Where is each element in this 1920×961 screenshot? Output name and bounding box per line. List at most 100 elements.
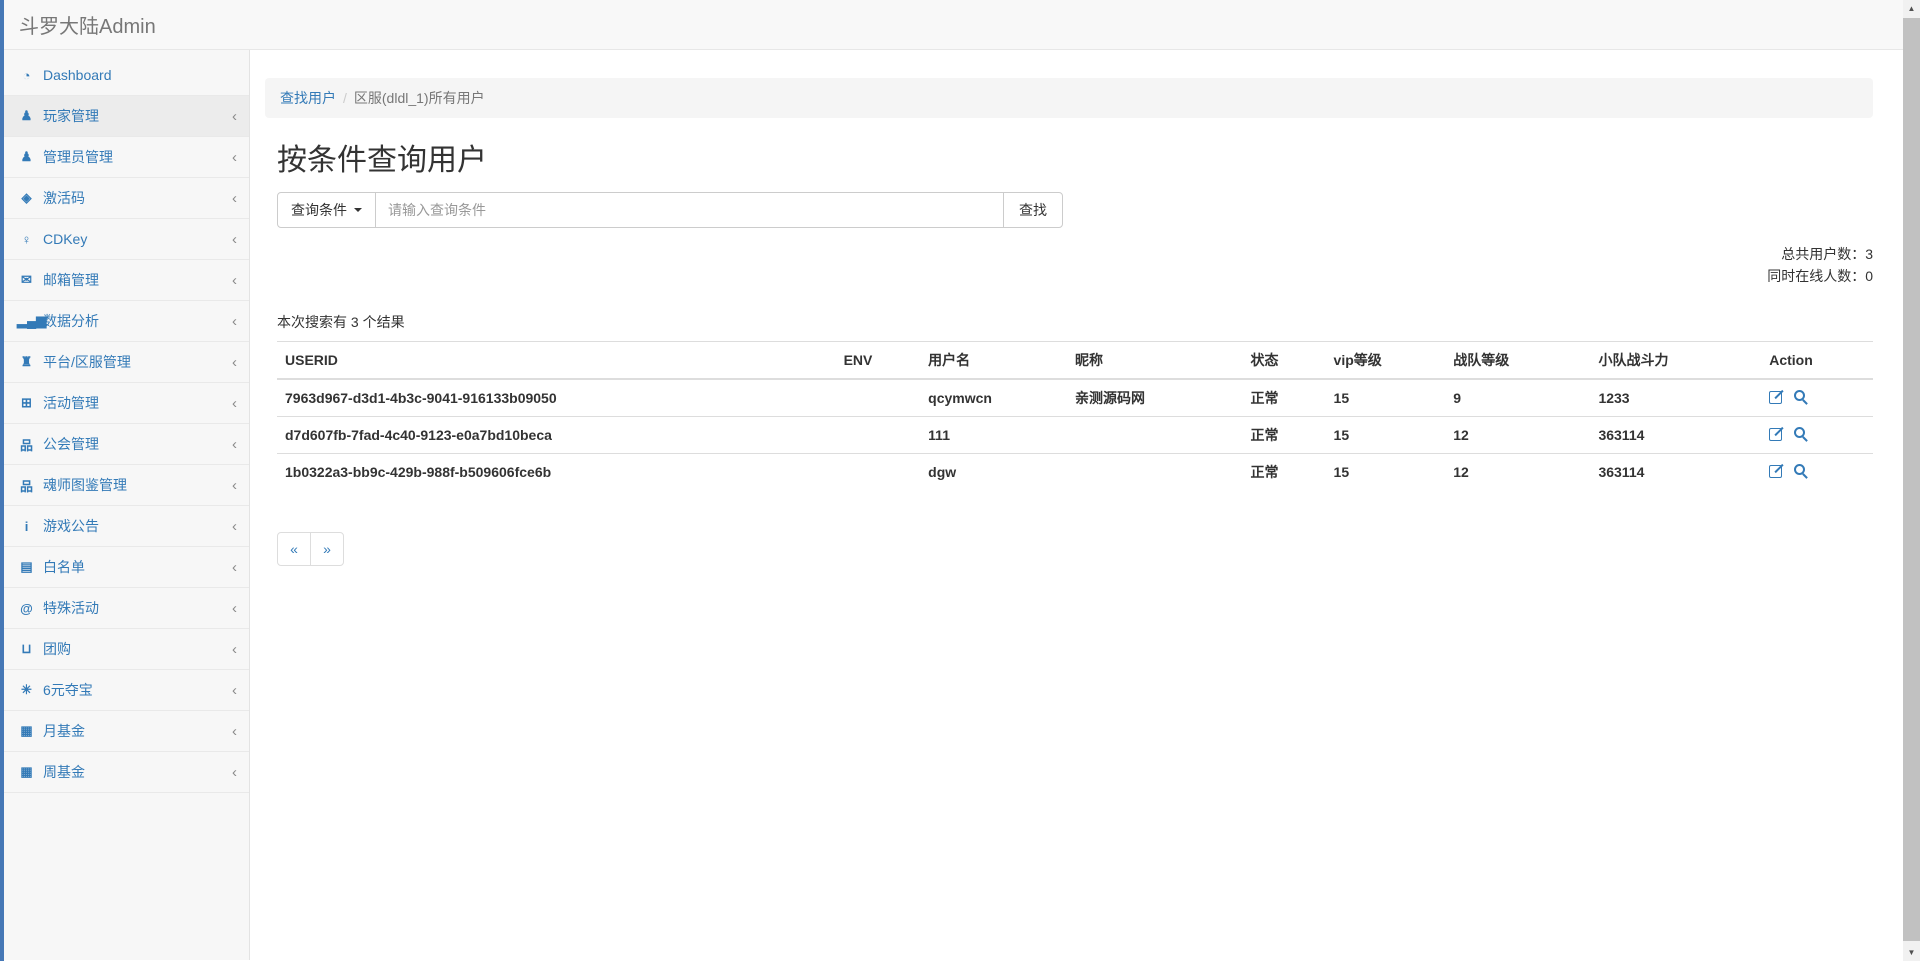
total-users-stat: 总共用户数：3 bbox=[277, 243, 1873, 265]
sidebar-item-label: 游戏公告 bbox=[43, 516, 232, 536]
calendar-icon: ▦ bbox=[17, 764, 36, 780]
cell-userid: 7963d967-d3d1-4b3c-9041-916133b09050 bbox=[277, 379, 836, 417]
sidebar-item-label: CDKey bbox=[43, 231, 232, 247]
sidebar-item-data-analysis[interactable]: ▂▄▆数据分析‹ bbox=[0, 301, 249, 342]
dashboard-icon: ◔ bbox=[17, 68, 36, 83]
sidebar-item-guild-management[interactable]: 品公会管理‹ bbox=[0, 424, 249, 465]
sidebar-item-label: 管理员管理 bbox=[43, 147, 232, 167]
sidebar-item-label: 玩家管理 bbox=[43, 106, 232, 126]
chevron-left-icon: ‹ bbox=[232, 559, 237, 576]
search-group: 查询条件 查找 bbox=[277, 192, 1063, 228]
sidebar-item-activation-code[interactable]: ◈激活码‹ bbox=[0, 178, 249, 219]
cell-squad-power: 363114 bbox=[1590, 453, 1761, 490]
sidebar-item-label: 白名单 bbox=[43, 557, 232, 577]
pagination: « » bbox=[277, 532, 1873, 566]
sidebar-item-label: 6元夺宝 bbox=[43, 680, 232, 700]
cell-status: 正常 bbox=[1243, 379, 1326, 417]
column-header: 用户名 bbox=[920, 341, 1067, 379]
breadcrumb-separator: / bbox=[336, 90, 354, 106]
sidebar-item-label: 活动管理 bbox=[43, 393, 232, 413]
main-content: 查找用户/区服(dldl_1)所有用户 按条件查询用户 查询条件 查找 总共用户… bbox=[250, 50, 1920, 960]
sidebar-item-label: 公会管理 bbox=[43, 434, 232, 454]
cell-team-level: 12 bbox=[1445, 453, 1590, 490]
cell-status: 正常 bbox=[1243, 416, 1326, 453]
chevron-left-icon: ‹ bbox=[232, 354, 237, 371]
sidebar-item-soul-master-gallery-management[interactable]: 品魂师图鉴管理‹ bbox=[0, 465, 249, 506]
cell-username: qcymwcn bbox=[920, 379, 1067, 417]
sidebar-item-label: 魂师图鉴管理 bbox=[43, 475, 232, 495]
inbox-icon: ✉ bbox=[17, 272, 36, 288]
chevron-left-icon: ‹ bbox=[232, 682, 237, 699]
scrollbar-thumb[interactable] bbox=[1903, 18, 1920, 941]
user-stats: 总共用户数：3 同时在线人数：0 bbox=[277, 243, 1873, 288]
pagination-prev-button[interactable]: « bbox=[277, 532, 311, 566]
cell-squad-power: 363114 bbox=[1590, 416, 1761, 453]
user-table: USERIDENV用户名昵称状态vip等级战队等级小队战斗力Action 796… bbox=[277, 341, 1873, 490]
sidebar-menu: ◔Dashboard♟玩家管理‹♟管理员管理‹◈激活码‹♀CDKey‹✉邮箱管理… bbox=[0, 50, 250, 960]
table-row: 7963d967-d3d1-4b3c-9041-916133b09050 qcym… bbox=[277, 379, 1873, 417]
sidebar-item-special-activity[interactable]: @特殊活动‹ bbox=[0, 588, 249, 629]
sidebar-item-mail-management[interactable]: ✉邮箱管理‹ bbox=[0, 260, 249, 301]
asterisk-icon: ✳ bbox=[17, 682, 36, 698]
sidebar-item-group-buy[interactable]: ⊔团购‹ bbox=[0, 629, 249, 670]
app-title[interactable]: 斗罗大陆Admin bbox=[19, 10, 156, 39]
table-row: d7d607fb-7fad-4c40-9123-e0a7bd10beca111正… bbox=[277, 416, 1873, 453]
breadcrumb-link-find-user[interactable]: 查找用户 bbox=[280, 90, 336, 106]
sidebar-item-dashboard[interactable]: ◔Dashboard bbox=[0, 55, 249, 96]
cell-actions bbox=[1761, 379, 1873, 417]
online-users-stat: 同时在线人数：0 bbox=[277, 265, 1873, 287]
column-header: 状态 bbox=[1243, 341, 1326, 379]
table-row: 1b0322a3-bb9c-429b-988f-b509606fce6bdgw正… bbox=[277, 453, 1873, 490]
scrollbar-down-arrow-icon[interactable]: ▼ bbox=[1903, 944, 1920, 961]
search-icon[interactable] bbox=[1793, 427, 1808, 442]
edit-icon[interactable] bbox=[1769, 465, 1782, 478]
query-condition-label: 查询条件 bbox=[291, 200, 347, 220]
sidebar-item-whitelist[interactable]: ▤ 白名单‹ bbox=[0, 547, 249, 588]
chevron-left-icon: ‹ bbox=[232, 313, 237, 330]
sitemap-icon: 品 bbox=[17, 476, 36, 495]
chevron-left-icon: ‹ bbox=[232, 477, 237, 494]
cell-vip-level: 15 bbox=[1326, 453, 1446, 490]
search-icon[interactable] bbox=[1793, 464, 1808, 479]
sidebar-item-label: 特殊活动 bbox=[43, 598, 232, 618]
scrollbar[interactable]: ▲ ▼ bbox=[1903, 0, 1920, 961]
sidebar-item-platform-server-management[interactable]: ♜平台/区服管理‹ bbox=[0, 342, 249, 383]
sidebar-item-label: 数据分析 bbox=[43, 311, 232, 331]
caret-down-icon bbox=[354, 208, 362, 212]
search-input[interactable] bbox=[375, 192, 1004, 228]
edit-icon[interactable] bbox=[1769, 391, 1782, 404]
file-icon: ▤ bbox=[17, 559, 36, 575]
sidebar-item-label: 周基金 bbox=[43, 762, 232, 782]
column-header: vip等级 bbox=[1326, 341, 1446, 379]
sitemap-icon: 品 bbox=[17, 435, 36, 454]
top-navbar: 斗罗大陆Admin bbox=[0, 0, 1920, 50]
search-button[interactable]: 查找 bbox=[1003, 192, 1063, 228]
sidebar-item-activity-management[interactable]: ⊞活动管理‹ bbox=[0, 383, 249, 424]
sidebar-item-label: 团购 bbox=[43, 639, 232, 659]
cell-nickname bbox=[1067, 453, 1243, 490]
sidebar-item-admin-management[interactable]: ♟管理员管理‹ bbox=[0, 137, 249, 178]
chevron-left-icon: ‹ bbox=[232, 190, 237, 207]
sidebar-item-monthly-fund[interactable]: ▦月基金‹ bbox=[0, 711, 249, 752]
chevron-left-icon: ‹ bbox=[232, 149, 237, 166]
cell-actions bbox=[1761, 453, 1873, 490]
chevron-left-icon: ‹ bbox=[232, 108, 237, 125]
sidebar-item-six-yuan-treasure[interactable]: ✳ 6元夺宝‹ bbox=[0, 670, 249, 711]
chevron-left-icon: ‹ bbox=[232, 272, 237, 289]
scrollbar-up-arrow-icon[interactable]: ▲ bbox=[1903, 0, 1920, 17]
table-header-row: USERIDENV用户名昵称状态vip等级战队等级小队战斗力Action bbox=[277, 341, 1873, 379]
sidebar-item-cdkey[interactable]: ♀CDKey‹ bbox=[0, 219, 249, 260]
cell-actions bbox=[1761, 416, 1873, 453]
sidebar-item-player-management[interactable]: ♟玩家管理‹ bbox=[0, 96, 249, 137]
sidebar-item-weekly-fund[interactable]: ▦周基金‹ bbox=[0, 752, 249, 793]
sidebar-item-label: 激活码 bbox=[43, 188, 232, 208]
query-condition-dropdown[interactable]: 查询条件 bbox=[277, 192, 376, 228]
column-header: 小队战斗力 bbox=[1590, 341, 1761, 379]
column-header: Action bbox=[1761, 341, 1873, 379]
at-icon: @ bbox=[17, 601, 36, 616]
edit-icon[interactable] bbox=[1769, 428, 1782, 441]
cell-nickname bbox=[1067, 416, 1243, 453]
pagination-next-button[interactable]: » bbox=[310, 532, 344, 566]
sidebar-item-game-announcement[interactable]: i游戏公告‹ bbox=[0, 506, 249, 547]
search-icon[interactable] bbox=[1793, 390, 1808, 405]
